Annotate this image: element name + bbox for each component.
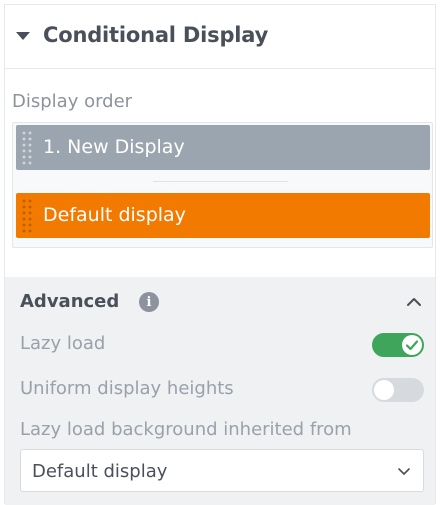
conditional-display-panel: Conditional Display Display order 1. New… [4,4,436,505]
uniform-heights-toggle[interactable] [372,378,424,402]
info-icon[interactable]: i [139,292,159,312]
advanced-title[interactable]: Advanced [20,291,119,312]
lazy-bg-label: Lazy load background inherited from [20,419,352,440]
panel-title: Conditional Display [43,23,269,47]
chevron-down-icon [398,468,410,475]
divider [153,181,288,182]
toggle-knob [374,380,394,400]
checkmark-icon [405,340,419,351]
display-order-section: Display order 1. New Display Default dis… [5,70,435,277]
display-item-label: Default display [43,204,186,226]
lazy-bg-select[interactable]: Default display [20,449,424,492]
uniform-heights-label: Uniform display heights [20,378,234,399]
select-value: Default display [32,461,168,482]
drag-handle-icon[interactable] [21,130,33,166]
display-item-default-display[interactable]: Default display [16,193,430,238]
display-item-new-display[interactable]: 1. New Display [16,125,430,170]
display-item-label: 1. New Display [43,136,185,158]
caret-down-icon[interactable] [16,32,30,40]
chevron-up-icon[interactable] [404,292,424,312]
lazy-load-toggle[interactable] [372,333,424,357]
panel-header[interactable]: Conditional Display [5,5,435,69]
drag-handle-icon[interactable] [21,198,33,234]
display-order-label: Display order [12,91,133,112]
advanced-section: Advanced i Lazy load Uniform display hei… [5,277,435,505]
toggle-knob [402,335,422,355]
lazy-load-label: Lazy load [20,333,106,354]
display-order-list: 1. New Display Default display [12,122,433,248]
